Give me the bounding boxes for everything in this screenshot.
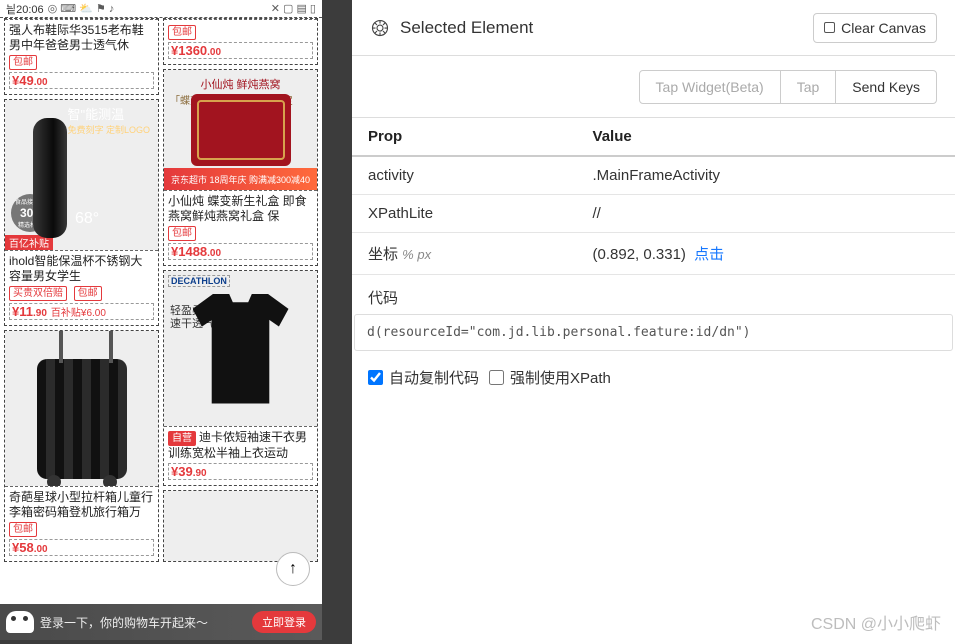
free-ship-badge: 包邮 [168, 25, 196, 40]
price: ¥58.00 [12, 540, 48, 555]
code-section-label: 代码 [352, 275, 955, 314]
clear-canvas-label: Clear Canvas [841, 20, 926, 36]
product-card[interactable]: 奇葩星球小型拉杆箱儿童行李箱密码箱登机旅行箱万 包邮 ¥58.00 [4, 330, 159, 562]
product-image [5, 331, 158, 486]
pane-resize-handle[interactable] [340, 0, 352, 644]
prop-key: XPathLite [352, 195, 577, 233]
product-image: 小仙炖 鲜炖燕窝 「蝶变新生」礼盒 春季限定 京东超市 18周年庆 购满减300… [164, 70, 317, 190]
product-title: 小仙炖 蝶变新生礼盒 即食燕窝鲜炖燕窝礼盒 保 [168, 194, 313, 224]
jd-promo-strip: 京东超市 18周年庆 购满减300减40 [164, 168, 317, 190]
feed-col-left: 强人布鞋际华3515老布鞋男中年爸爸男士透气休 包邮 ¥49.00 智"能测温免… [4, 18, 159, 588]
temp-display: 68° [75, 210, 99, 228]
tap-widget-button[interactable]: Tap Widget(Beta) [639, 70, 781, 104]
self-run-badge: 自营 [168, 431, 196, 446]
clear-canvas-button[interactable]: Clear Canvas [813, 13, 937, 43]
auto-copy-label: 自动复制代码 [389, 367, 479, 388]
prop-value: // [577, 195, 955, 233]
product-title: 奇葩星球小型拉杆箱儿童行李箱密码箱登机旅行箱万 [9, 490, 154, 520]
product-image: DECATHLON 轻盈柔软速干透气 [164, 271, 317, 426]
table-row: XPathLite // [352, 195, 955, 233]
force-xpath-label: 强制使用XPath [510, 367, 611, 388]
status-bar: 닅20:06 ◎ ⌨ ⛅ ⚑ ♪ ✕ ▢ ▤ ▯ [0, 0, 322, 18]
click-link[interactable]: 点击 [694, 246, 724, 263]
price: ¥49.00 [12, 73, 48, 88]
free-ship-badge: 包邮 [9, 522, 37, 537]
device-mirror: 닅20:06 ◎ ⌨ ⛅ ⚑ ♪ ✕ ▢ ▤ ▯ 强人布鞋际华3515老布鞋男中… [0, 0, 340, 644]
brand-label: 小仙炖 鲜炖燕窝 [164, 76, 317, 92]
status-icons-right: ✕ ▢ ▤ ▯ [271, 2, 316, 15]
subsidy-text: 百补贴¥6.00 [51, 304, 106, 319]
action-button-row: Tap Widget(Beta) Tap Send Keys [352, 56, 955, 118]
product-title: ihold智能保温杯不锈钢大容量男女学生 [9, 254, 154, 284]
scroll-top-fab[interactable]: ↑ [276, 552, 310, 586]
product-feed[interactable]: 强人布鞋际华3515老布鞋男中年爸爸男士透气休 包邮 ¥49.00 智"能测温免… [0, 18, 322, 638]
prop-key: 坐标 % px [352, 233, 577, 275]
panel-title: Selected Element [400, 18, 533, 38]
login-text: 登录一下，你的购物车开起来～ [40, 614, 208, 631]
product-card[interactable]: 智"能测温免费刻字 定制LOGO 食品接触用304精选材质 68° 百亿补贴 i… [4, 99, 159, 326]
clock: 닅20:06 [6, 1, 44, 17]
send-keys-button[interactable]: Send Keys [835, 70, 937, 104]
panel-header: Selected Element Clear Canvas [352, 0, 955, 56]
inspector-panel: Selected Element Clear Canvas Tap Widget… [352, 0, 955, 644]
product-image: 智"能测温免费刻字 定制LOGO 食品接触用304精选材质 68° 百亿补贴 [5, 100, 158, 250]
product-title: 强人布鞋际华3515老布鞋男中年爸爸男士透气休 [9, 23, 154, 53]
price: ¥11.90 [12, 304, 47, 319]
watermark: CSDN @小小爬虾 [811, 610, 941, 634]
overlay-headline: 智"能测温免费刻字 定制LOGO [67, 108, 150, 137]
price: ¥1488.00 [171, 244, 221, 259]
square-icon [824, 22, 835, 33]
device-screen[interactable]: 닅20:06 ◎ ⌨ ⛅ ⚑ ♪ ✕ ▢ ▤ ▯ 强人布鞋际华3515老布鞋男中… [0, 0, 322, 640]
code-box[interactable]: d(resourceId="com.jd.lib.personal.featur… [354, 314, 953, 351]
empire-icon [370, 18, 390, 38]
price: ¥1360.00 [171, 43, 221, 58]
feed-col-right: 包邮 ¥1360.00 小仙炖 鲜炖燕窝 「蝶变新生」礼盒 春季限定 京东超市 … [163, 18, 318, 588]
status-icons-left: ◎ ⌨ ⛅ ⚑ ♪ [48, 2, 115, 15]
login-button[interactable]: 立即登录 [252, 611, 316, 633]
prop-value: .MainFrameActivity [577, 156, 955, 195]
force-xpath-checkbox[interactable] [489, 370, 504, 385]
login-banner[interactable]: 登录一下，你的购物车开起来～ 立即登录 [0, 604, 322, 640]
promo-badge: 买贵双倍赔 [9, 286, 67, 301]
col-prop: Prop [352, 118, 577, 156]
product-image [164, 491, 317, 561]
auto-copy-checkbox[interactable] [368, 370, 383, 385]
free-ship-badge: 包邮 [9, 55, 37, 70]
prop-value: (0.892, 0.331) 点击 [577, 233, 955, 275]
subsidy-badge: 百亿补贴 [5, 235, 53, 250]
arrow-up-icon: ↑ [289, 560, 297, 578]
product-card[interactable]: 小仙炖 鲜炖燕窝 「蝶变新生」礼盒 春季限定 京东超市 18周年庆 购满减300… [163, 69, 318, 266]
options-row: 自动复制代码 强制使用XPath [352, 363, 955, 392]
free-ship-badge: 包邮 [168, 226, 196, 241]
price: ¥39.90 [171, 464, 207, 479]
product-card[interactable]: 包邮 ¥1360.00 [163, 18, 318, 65]
tap-button[interactable]: Tap [780, 70, 837, 104]
brand-logo: DECATHLON [168, 275, 230, 287]
product-title: 自营迪卡侬短袖速干衣男训练宽松半袖上衣运动 [168, 430, 313, 461]
jd-dog-icon [6, 611, 34, 633]
product-card[interactable]: DECATHLON 轻盈柔软速干透气 自营迪卡侬短袖速干衣男训练宽松半袖上衣运动… [163, 270, 318, 486]
table-row: 坐标 % px (0.892, 0.331) 点击 [352, 233, 955, 275]
prop-key: activity [352, 156, 577, 195]
material-stamp: 食品接触用304精选材质 [11, 194, 49, 232]
col-value: Value [577, 118, 955, 156]
properties-table: Prop Value activity .MainFrameActivity X… [352, 118, 955, 275]
table-row: activity .MainFrameActivity [352, 156, 955, 195]
product-card[interactable]: 强人布鞋际华3515老布鞋男中年爸爸男士透气休 包邮 ¥49.00 [4, 18, 159, 95]
free-ship-badge: 包邮 [74, 286, 102, 301]
